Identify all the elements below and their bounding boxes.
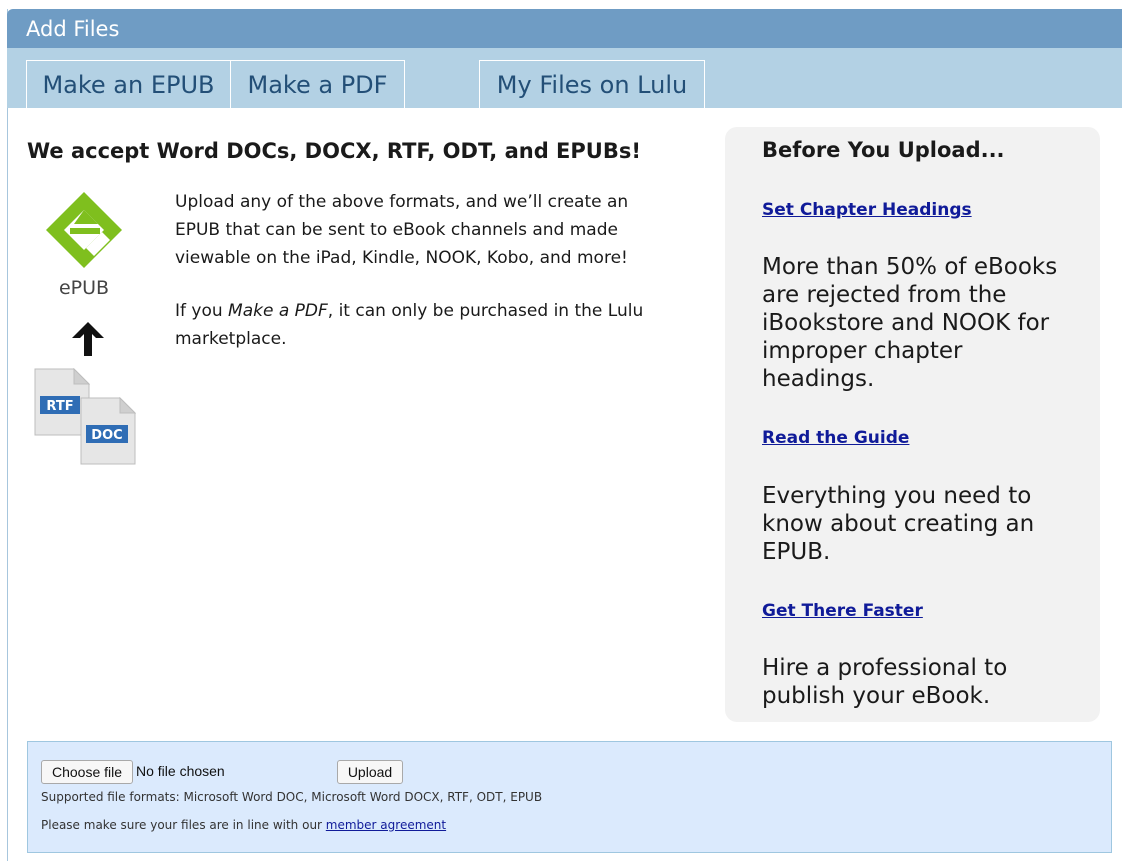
rtf-label: RTF [46,399,73,414]
epub-logo-text: ePUB [59,277,109,299]
read-the-guide-link[interactable]: Read the Guide [762,428,909,448]
get-there-faster-description: Hire a professional to publish your eBoo… [762,655,1008,709]
up-arrow-icon [72,322,104,356]
tab-bar: Make an EPUB Make a PDF My Files on Lulu [7,48,1122,108]
tab-my-files[interactable]: My Files on Lulu [479,60,705,108]
file-status: No file chosen [136,763,225,779]
upload-button[interactable]: Upload [337,760,403,784]
intro-paragraph-1: Upload any of the above formats, and we’… [175,192,629,268]
guide-description: Everything you need to know about creati… [762,483,1035,565]
doc-label: DOC [91,428,122,443]
epub-diamond-shape [46,192,122,268]
doc-file-icon: DOC [80,397,136,465]
title-bar: Add Files [7,9,1122,48]
pdf-note-prefix: If you [175,301,229,321]
agreement-prefix: Please make sure your files are in line … [41,818,326,832]
epub-logo-icon: ePUB [46,192,122,299]
choose-file-button[interactable]: Choose file [41,760,133,784]
pdf-note-emphasis: Make a PDF [228,301,328,321]
agreement-note: Please make sure your files are in line … [41,818,446,832]
intro-paragraph-2: If you Make a PDF, it can only be purcha… [175,297,650,353]
chapter-headings-description: More than 50% of eBooks are rejected fro… [762,254,1058,392]
window-title: Add Files [26,17,120,41]
tab-make-epub[interactable]: Make an EPUB [26,60,231,108]
member-agreement-link[interactable]: member agreement [326,818,446,832]
sidebar-heading: Before You Upload... [762,138,1005,162]
before-upload-sidebar: Before You Upload... Set Chapter Heading… [725,127,1100,722]
page-heading: We accept Word DOCs, DOCX, RTF, ODT, and… [27,139,641,163]
upload-panel: Choose file No file chosen Upload Suppor… [27,741,1112,853]
intro-text: Upload any of the above formats, and we’… [175,188,650,378]
supported-formats-note: Supported file formats: Microsoft Word D… [41,790,543,804]
set-chapter-headings-link[interactable]: Set Chapter Headings [762,200,972,220]
tab-make-pdf[interactable]: Make a PDF [230,60,405,108]
get-there-faster-link[interactable]: Get There Faster [762,601,923,621]
